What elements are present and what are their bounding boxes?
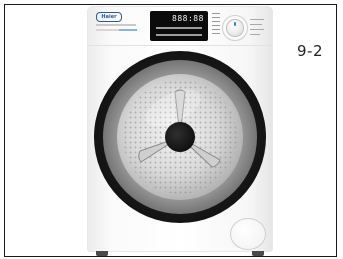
dial-marker-icon [234,22,236,26]
washing-machine-image: Haier 888:88 [84,5,276,257]
drum [117,74,243,200]
brand-logo-text: Haier [101,14,117,20]
display-readout: 888:88 [172,14,204,23]
program-dial-ring [222,15,248,41]
drum-hub [165,122,195,152]
panel-print-line [96,24,136,26]
brand-logo: Haier [96,12,122,22]
display-icon-row [156,27,202,29]
program-labels [212,13,222,41]
filter-service-door [230,218,266,250]
door-gasket [94,51,266,223]
washer-foot [96,251,108,256]
program-dial-knob [227,20,243,36]
display-button-row [156,34,202,36]
control-panel-divider [88,45,272,46]
display-panel: 888:88 [150,11,208,41]
panel-print-accent [119,29,137,31]
washer-foot [252,251,264,256]
figure-caption: 9-2 [297,42,323,60]
door-rim [103,60,257,214]
